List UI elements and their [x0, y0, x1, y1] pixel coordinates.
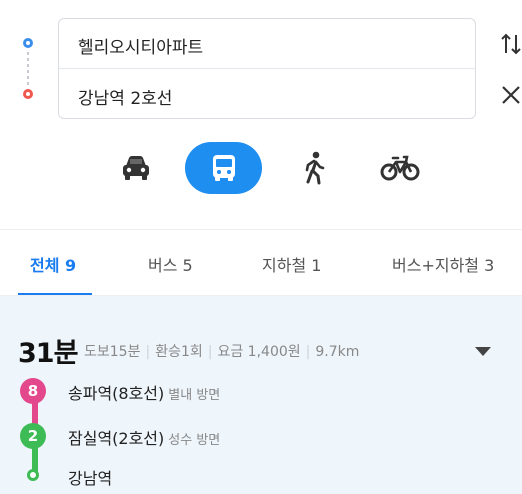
mode-bus-button[interactable]: [185, 142, 262, 194]
origin-marker-icon: [23, 38, 33, 48]
car-icon: [123, 156, 149, 180]
route-duration: 31분: [18, 338, 78, 369]
walk-time: 도보15분: [84, 344, 141, 360]
origin-input[interactable]: 헬리오시티아파트: [78, 33, 203, 58]
mode-car-button[interactable]: [110, 142, 162, 194]
expand-caret-icon[interactable]: [475, 347, 491, 356]
station-name: 잠실역(2호선): [68, 429, 165, 448]
distance: 9.7km: [315, 344, 360, 360]
tab-all-label: 전체: [30, 256, 60, 275]
tab-bus[interactable]: 버스 5: [148, 252, 193, 276]
line-2-badge: 2: [20, 423, 46, 449]
mode-bike-button[interactable]: [372, 142, 428, 194]
station-direction: 별내 방면: [168, 388, 221, 403]
tab-subway[interactable]: 지하철 1: [262, 252, 321, 276]
tab-all-count: 9: [65, 256, 77, 275]
tab-bus-subway-count: 3: [484, 256, 495, 275]
destination-marker-icon: [23, 89, 33, 99]
station-direction: 성수 방면: [168, 433, 221, 448]
tabs-top-border: [0, 229, 522, 230]
tab-subway-label: 지하철: [262, 256, 307, 275]
fare: 요금 1,400원: [217, 344, 301, 360]
tab-bus-label: 버스: [148, 256, 178, 275]
bike-icon: [380, 155, 420, 181]
tab-bus-subway[interactable]: 버스+지하철 3: [392, 252, 494, 276]
route-divider: [58, 68, 476, 69]
bus-icon: [212, 155, 235, 181]
step-station: 잠실역(2호선) 성수 방면: [68, 425, 220, 449]
tab-subway-count: 1: [311, 256, 322, 275]
route-summary: 도보15분 | 환승1회 | 요금 1,400원 | 9.7km: [84, 344, 360, 360]
walk-icon: [305, 151, 325, 185]
line-8-badge: 8: [20, 378, 46, 404]
clear-icon[interactable]: [500, 84, 522, 110]
step-station: 송파역(8호선) 별내 방면: [68, 380, 220, 404]
station-name: 송파역(8호선): [68, 384, 165, 403]
arrival-marker-icon: [27, 469, 39, 481]
tab-all[interactable]: 전체 9: [30, 252, 76, 276]
route-connector: [27, 52, 29, 86]
station-name: 강남역: [68, 469, 113, 488]
destination-input[interactable]: 강남역 2호선: [78, 84, 172, 109]
transfer-count: 환승1회: [155, 344, 203, 360]
mode-walk-button[interactable]: [290, 142, 338, 194]
tab-bus-count: 5: [182, 256, 193, 275]
tab-bus-subway-label: 버스+지하철: [392, 256, 480, 275]
swap-icon[interactable]: [500, 31, 522, 61]
step-station: 강남역: [68, 465, 112, 489]
